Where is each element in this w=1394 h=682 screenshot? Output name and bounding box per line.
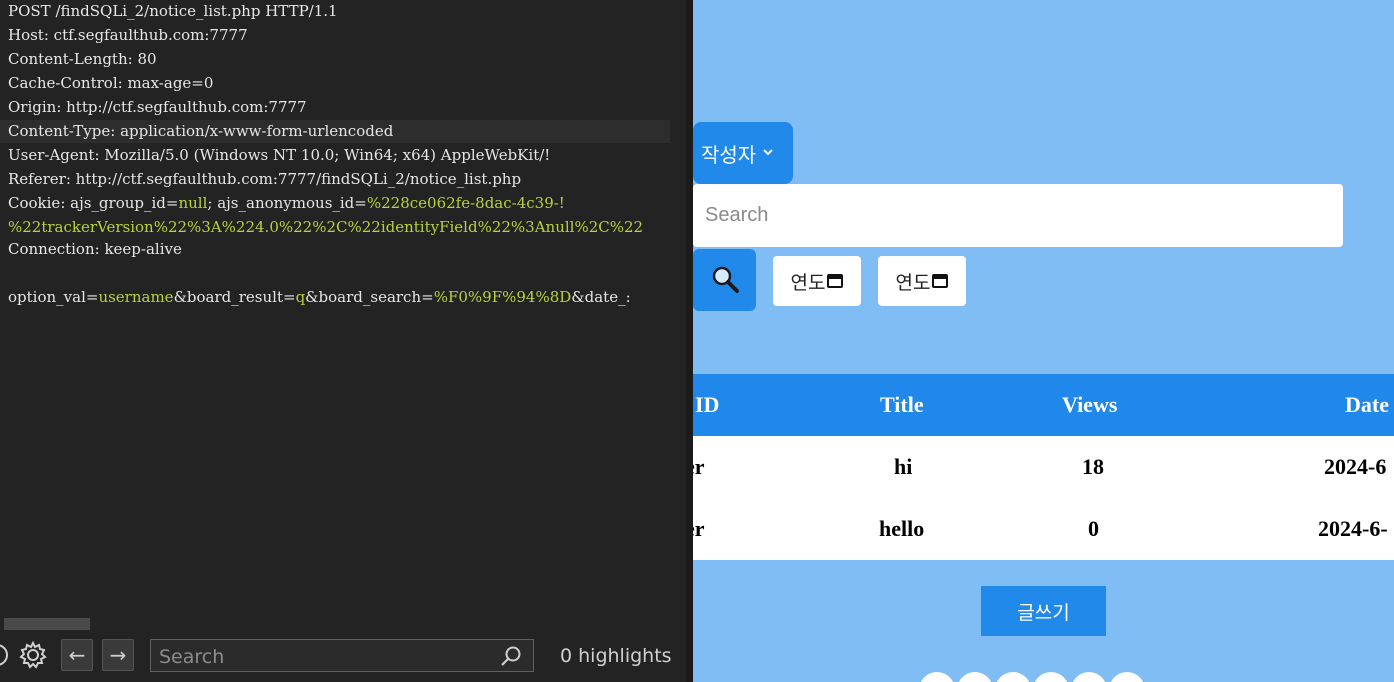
- editor-search-box: [150, 639, 534, 672]
- editor-bottom-bar: ← → 0 highlights: [0, 630, 686, 682]
- date-to-input[interactable]: 연도: [878, 256, 966, 306]
- table-header: ID Title Views Date: [693, 374, 1394, 436]
- horizontal-scrollbar[interactable]: [4, 618, 90, 630]
- write-button[interactable]: 글쓰기: [981, 586, 1106, 636]
- pagination-button[interactable]: [919, 672, 955, 682]
- calendar-icon[interactable]: [932, 274, 949, 288]
- request-line: Referer: http://ctf.segfaulthub.com:7777…: [8, 168, 521, 191]
- date-to-label: 연도: [895, 271, 931, 294]
- request-token: : http://ctf.segfaulthub.com:7777/findSQ…: [65, 170, 522, 188]
- pagination-button[interactable]: [1109, 672, 1145, 682]
- request-line: Content-Type: application/x-www-form-url…: [8, 120, 393, 143]
- cell-views: 18: [1082, 454, 1104, 479]
- cell-title: hi: [894, 454, 913, 479]
- request-editor-panel: POST /findSQLi_2/notice_list.php HTTP/1.…: [0, 0, 686, 682]
- request-token: Host: [8, 26, 44, 44]
- request-token: : ctf.segfaulthub.com:7777: [43, 26, 248, 44]
- request-line: Origin: http://ctf.segfaulthub.com:7777: [8, 96, 307, 119]
- help-icon[interactable]: [0, 639, 16, 671]
- request-token: username: [98, 288, 174, 306]
- request-line: %22trackerVersion%22%3A%224.0%22%2C%22id…: [8, 216, 643, 239]
- request-line: Content-Length: 80: [8, 48, 157, 71]
- request-line: Cache-Control: max-age=0: [8, 72, 213, 95]
- request-token: : http://ctf.segfaulthub.com:7777: [56, 98, 307, 116]
- highlights-count: 0 highlights: [560, 645, 672, 667]
- cell-id: er: [693, 516, 705, 541]
- date-from-input[interactable]: 연도: [773, 256, 861, 306]
- request-token: Content-Length: [8, 50, 128, 68]
- request-line: Host: ctf.segfaulthub.com:7777: [8, 24, 248, 47]
- board-search-input[interactable]: [693, 184, 1343, 247]
- request-token: User-Agent: [8, 146, 95, 164]
- request-token: q: [295, 288, 306, 306]
- request-token: &board_result=: [173, 288, 296, 306]
- panel-divider[interactable]: [686, 0, 693, 682]
- column-header-date: Date: [1345, 392, 1389, 417]
- column-header-id: ID: [695, 392, 720, 417]
- calendar-icon[interactable]: [827, 274, 844, 288]
- pagination-button[interactable]: [995, 672, 1031, 682]
- table-row[interactable]: er hi 18 2024-6: [693, 436, 1394, 498]
- request-token: : 80: [127, 50, 157, 68]
- request-token: : max-age=0: [117, 74, 214, 92]
- cell-date: 2024-6: [1324, 454, 1387, 479]
- request-token: : ajs_group_id=: [60, 194, 179, 212]
- chevron-down-icon: [762, 146, 774, 160]
- cell-views: 0: [1088, 516, 1099, 541]
- cell-title: hello: [879, 516, 925, 541]
- column-header-title: Title: [880, 392, 924, 417]
- request-line: POST /findSQLi_2/notice_list.php HTTP/1.…: [8, 0, 338, 23]
- request-token: &date_:: [571, 288, 631, 306]
- request-token: %228ce062fe-8dac-4c39-!: [366, 194, 565, 212]
- request-token: POST /findSQLi_2/notice_list.php HTTP/1.…: [8, 2, 338, 20]
- request-token: : Mozilla/5.0 (Windows NT 10.0; Win64; x…: [94, 146, 551, 164]
- arrow-right-icon[interactable]: →: [102, 639, 134, 671]
- request-token: option_val=: [8, 288, 99, 306]
- request-editor[interactable]: POST /findSQLi_2/notice_list.php HTTP/1.…: [0, 0, 670, 620]
- search-icon[interactable]: [499, 644, 523, 668]
- request-token: Origin: [8, 98, 57, 116]
- request-token: null: [178, 194, 208, 212]
- request-token: %F0%9F%94%8D: [433, 288, 572, 306]
- editor-search-input[interactable]: [157, 646, 481, 668]
- column-header-views: Views: [1062, 392, 1118, 417]
- notice-board-page: 작성자 연도 연도 ID Title Views Date er hi 18 2…: [693, 0, 1394, 682]
- search-button[interactable]: [693, 249, 756, 311]
- request-token: &board_search=: [305, 288, 434, 306]
- request-token: Referer: [8, 170, 66, 188]
- option-select-label: 작성자: [701, 142, 757, 167]
- request-line: Connection: keep-alive: [8, 238, 182, 261]
- request-token: ; ajs_anonymous_id=: [207, 194, 367, 212]
- gear-icon[interactable]: [17, 639, 49, 671]
- request-token: : keep-alive: [94, 240, 182, 258]
- arrow-left-icon[interactable]: ←: [61, 639, 93, 671]
- request-token: Cache-Control: [8, 74, 118, 92]
- magnifier-icon: [712, 266, 739, 293]
- request-token: Connection: [8, 240, 95, 258]
- pagination-button[interactable]: [957, 672, 993, 682]
- pagination-button[interactable]: [1071, 672, 1107, 682]
- request-token: : application/x-www-form-urlencoded: [110, 122, 394, 140]
- table-row[interactable]: er hello 0 2024-6-: [693, 498, 1394, 560]
- request-line: option_val=username&board_result=q&board…: [8, 286, 631, 309]
- cell-id: er: [693, 454, 705, 479]
- request-token: Content-Type: [8, 122, 111, 140]
- request-line: Cookie: ajs_group_id=null; ajs_anonymous…: [8, 192, 565, 215]
- request-line: User-Agent: Mozilla/5.0 (Windows NT 10.0…: [8, 144, 550, 167]
- cell-date: 2024-6-: [1318, 516, 1388, 541]
- date-from-label: 연도: [790, 271, 826, 294]
- pagination-button[interactable]: [1033, 672, 1069, 682]
- request-token: %22trackerVersion%22%3A%224.0%22%2C%22id…: [8, 218, 644, 236]
- request-token: Cookie: [8, 194, 61, 212]
- option-select[interactable]: 작성자: [693, 122, 793, 184]
